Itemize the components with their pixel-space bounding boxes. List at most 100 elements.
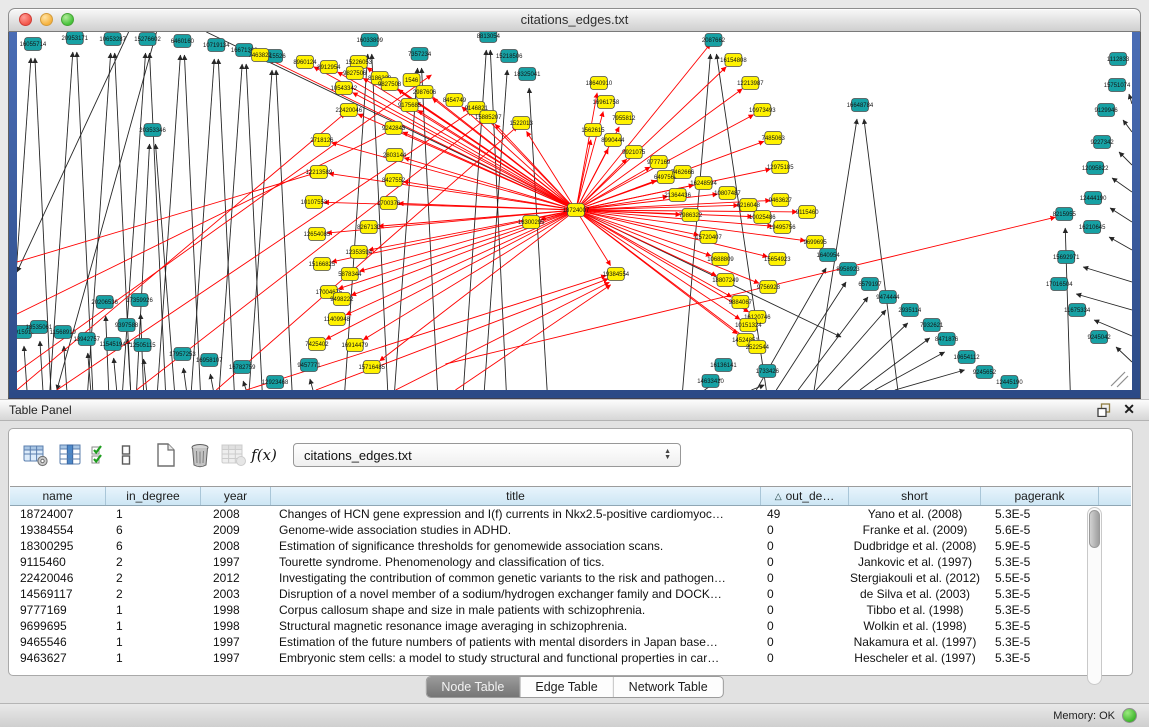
network-node[interactable]: 7425402 <box>305 338 329 351</box>
column-header-short[interactable]: short <box>849 487 981 505</box>
network-node[interactable]: 17016504 <box>1046 278 1073 291</box>
network-node[interactable]: 8471876 <box>935 333 959 346</box>
network-node[interactable]: 8215955 <box>1053 208 1077 221</box>
network-node[interactable]: 1700376 <box>377 197 401 210</box>
network-node[interactable]: 6460160 <box>171 35 195 48</box>
network-node[interactable]: 2087662 <box>702 34 726 47</box>
network-node[interactable]: 9115460 <box>796 206 819 219</box>
network-node[interactable]: 9884067 <box>729 296 753 309</box>
network-node[interactable]: 9242843 <box>382 122 406 135</box>
network-node[interactable]: 15654923 <box>764 253 791 266</box>
column-header-year[interactable]: year <box>201 487 271 505</box>
network-node[interactable]: 7463822 <box>249 49 273 62</box>
column-header-title[interactable]: title <box>271 487 761 505</box>
network-node[interactable]: 6216048 <box>737 199 761 212</box>
network-node[interactable]: 10107553 <box>301 196 328 209</box>
network-node[interactable]: 2803144 <box>383 149 407 162</box>
network-node[interactable]: 12445190 <box>996 376 1023 389</box>
network-node[interactable]: 16033809 <box>356 34 383 47</box>
table-row[interactable]: 1830029562008Estimation of significance … <box>10 538 1131 554</box>
network-node[interactable]: 2718126 <box>310 134 334 147</box>
function-builder-icon[interactable]: f(x) <box>253 440 275 470</box>
network-node[interactable]: 11545194 <box>100 338 127 351</box>
network-canvas[interactable]: 1605571420953171106532871527660264601601… <box>17 32 1132 390</box>
network-node[interactable]: 14633410 <box>697 375 724 388</box>
new-table-icon[interactable] <box>151 440 181 470</box>
network-node[interactable]: 9777169 <box>647 156 671 169</box>
float-panel-icon[interactable] <box>1097 403 1111 417</box>
zoom-window-button[interactable] <box>61 13 74 26</box>
network-node[interactable]: 9699695 <box>804 236 828 249</box>
network-node[interactable]: 10654112 <box>954 351 981 364</box>
network-node[interactable]: 16136141 <box>710 359 737 372</box>
network-node[interactable]: 10688809 <box>707 253 734 266</box>
network-node[interactable]: 8912954 <box>317 61 341 74</box>
column-header-in_degree[interactable]: in_degree <box>106 487 201 505</box>
close-panel-icon[interactable]: ✕ <box>1123 401 1135 418</box>
network-node[interactable]: 9397588 <box>115 319 139 332</box>
network-node[interactable]: 2935114 <box>898 304 921 317</box>
network-node[interactable]: 7986322 <box>679 209 703 222</box>
network-node[interactable]: 18325041 <box>514 68 541 81</box>
table-row[interactable]: 969969511998Structural magnetic resonanc… <box>10 618 1131 634</box>
network-node[interactable]: 15276602 <box>134 33 161 46</box>
network-node[interactable]: 13942757 <box>73 333 100 346</box>
table-row[interactable]: 977716911998Corpus callosum shape and si… <box>10 602 1131 618</box>
network-node[interactable]: 2987606 <box>413 86 437 99</box>
network-node[interactable]: 18640910 <box>586 77 613 90</box>
table-row[interactable]: 1872400712008Changes of HCN gene express… <box>10 506 1131 522</box>
network-node[interactable]: 8990444 <box>601 134 625 147</box>
network-node[interactable]: 8960124 <box>293 56 317 69</box>
network-node[interactable]: 10719134 <box>203 39 230 52</box>
network-node[interactable]: 15716485 <box>358 361 385 374</box>
table-vertical-scrollbar[interactable] <box>1087 507 1102 685</box>
resize-grip-icon[interactable] <box>1111 372 1128 387</box>
network-node[interactable]: 16210645 <box>1079 221 1106 234</box>
scrollbar-thumb[interactable] <box>1089 510 1100 548</box>
table-row[interactable]: 911546021997Tourette syndrome. Phenomeno… <box>10 554 1131 570</box>
network-node[interactable]: 8958923 <box>836 263 860 276</box>
network-node[interactable]: 15751074 <box>1104 79 1131 92</box>
network-node[interactable]: 10807487 <box>714 187 741 200</box>
network-node[interactable]: 16055714 <box>20 38 47 51</box>
network-node[interactable]: 16248594 <box>690 177 717 190</box>
network-node[interactable]: 15692971 <box>1053 251 1080 264</box>
network-node[interactable]: 9457771 <box>297 359 321 372</box>
network-node[interactable]: 19495756 <box>769 221 796 234</box>
network-node[interactable]: 9474444 <box>876 291 900 304</box>
row-height-icon[interactable] <box>115 440 137 470</box>
network-node[interactable]: 8813054 <box>477 32 501 43</box>
network-node[interactable]: 9245042 <box>1088 331 1112 344</box>
network-node[interactable]: 20206536 <box>91 296 118 309</box>
network-node[interactable]: 10025486 <box>749 211 776 224</box>
column-header-pagerank[interactable]: pagerank <box>981 487 1099 505</box>
table-settings-icon[interactable] <box>21 440 51 470</box>
show-column-icon[interactable] <box>55 440 85 470</box>
network-node[interactable]: 12444190 <box>1080 192 1107 205</box>
tab-network-table[interactable]: Network Table <box>613 677 723 697</box>
network-node[interactable]: 9498222 <box>330 293 354 306</box>
network-node[interactable]: 5878344 <box>338 268 362 281</box>
select-all-icon[interactable] <box>89 440 111 470</box>
network-node[interactable]: 20353346 <box>139 124 166 137</box>
network-node[interactable]: 16648784 <box>847 99 874 112</box>
table-row[interactable]: 1456911722003Disruption of a novel membe… <box>10 586 1131 602</box>
network-node[interactable]: 8427552 <box>382 174 406 187</box>
table-source-select[interactable]: citations_edges.txt ▲▼ <box>293 443 681 467</box>
network-node[interactable]: 17957253 <box>169 348 196 361</box>
network-node[interactable]: 8454749 <box>443 94 467 107</box>
table-row[interactable]: 1938455462009Genome-wide association stu… <box>10 522 1131 538</box>
network-node[interactable]: 12213589 <box>306 166 333 179</box>
minimize-window-button[interactable] <box>40 13 53 26</box>
network-node[interactable]: 9245652 <box>973 366 997 379</box>
network-node[interactable]: 12505115 <box>130 339 157 352</box>
network-node[interactable]: 7932621 <box>920 319 944 332</box>
network-node[interactable]: 7955812 <box>612 112 636 125</box>
network-node[interactable]: 9921075 <box>622 146 646 159</box>
table-row[interactable]: 2242004622012Investigating the contribut… <box>10 570 1131 586</box>
network-node[interactable]: 9175685 <box>398 99 422 112</box>
column-header-out_de[interactable]: △out_de… <box>761 487 849 505</box>
network-node[interactable]: 1546 <box>403 74 420 87</box>
network-node[interactable]: 9227342 <box>1091 136 1115 149</box>
network-node[interactable]: 10543342 <box>331 82 358 95</box>
